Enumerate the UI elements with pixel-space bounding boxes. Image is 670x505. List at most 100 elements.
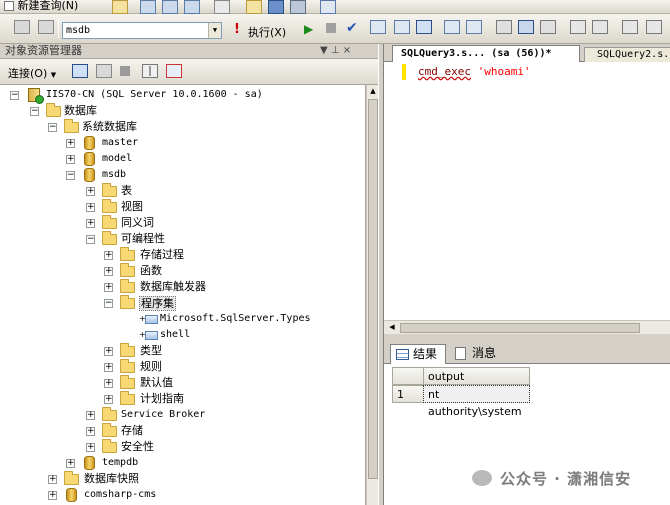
- tree-node-databases[interactable]: − 数据库: [0, 103, 365, 119]
- cancel-stop-icon[interactable]: [326, 23, 336, 33]
- expand-icon[interactable]: +: [66, 155, 75, 164]
- tree-node-plan-guides[interactable]: + 计划指南: [0, 391, 365, 407]
- expand-icon[interactable]: +: [48, 475, 57, 484]
- tree-node-storage[interactable]: + 存储: [0, 423, 365, 439]
- scrollbar-thumb[interactable]: [368, 99, 378, 479]
- window-controls[interactable]: ▼ ⊥ ×: [320, 44, 351, 58]
- query-code[interactable]: cmd_exec 'whoami': [418, 64, 531, 80]
- database-select[interactable]: msdb ▼: [62, 22, 222, 39]
- tree-node-service-broker[interactable]: + Service Broker: [0, 407, 365, 423]
- analysis-icon[interactable]: [214, 0, 230, 14]
- tree-node-stored-procedures[interactable]: + 存储过程: [0, 247, 365, 263]
- expand-icon[interactable]: +: [86, 203, 95, 212]
- tree-node-functions[interactable]: + 函数: [0, 263, 365, 279]
- execute-button[interactable]: 执行(X): [248, 24, 286, 40]
- expand-icon[interactable]: +: [48, 491, 57, 500]
- tree-node-system-databases[interactable]: − 系统数据库: [0, 119, 365, 135]
- xmla-query-icon[interactable]: [184, 0, 200, 14]
- uncomment-icon[interactable]: [592, 20, 608, 34]
- grid-column-header[interactable]: output: [423, 367, 530, 385]
- collapse-icon[interactable]: −: [86, 235, 95, 244]
- open-folder-icon[interactable]: [246, 0, 262, 14]
- include-plan-icon[interactable]: [466, 20, 482, 34]
- stop-icon[interactable]: [120, 66, 130, 76]
- tree-node-types[interactable]: + 类型: [0, 343, 365, 359]
- filter-icon[interactable]: [142, 64, 158, 78]
- expand-icon[interactable]: +: [86, 427, 95, 436]
- expand-icon[interactable]: +: [66, 139, 75, 148]
- estimated-plan-icon[interactable]: [370, 20, 386, 34]
- editor-hscrollbar[interactable]: ◀: [384, 320, 670, 334]
- expand-icon[interactable]: +: [104, 267, 113, 276]
- expand-icon[interactable]: +: [86, 219, 95, 228]
- tree-node-assembly-types[interactable]: + Microsoft.SqlServer.Types: [0, 311, 365, 327]
- oe-disconnect-icon[interactable]: [96, 64, 112, 78]
- expand-icon[interactable]: +: [104, 395, 113, 404]
- mdx-query-icon[interactable]: [140, 0, 156, 14]
- connect-icon[interactable]: [14, 20, 30, 34]
- save-icon[interactable]: [268, 0, 284, 14]
- query-editor[interactable]: [384, 62, 670, 320]
- grid-cell-output[interactable]: nt authority\system: [423, 385, 530, 418]
- tab-sqlquery2[interactable]: SQLQuery2.s...: [584, 47, 670, 62]
- disconnect-icon[interactable]: [38, 20, 54, 34]
- client-stats-icon[interactable]: [496, 20, 512, 34]
- expand-icon[interactable]: +: [104, 347, 113, 356]
- open-file-icon[interactable]: [112, 0, 128, 14]
- debug-play-icon[interactable]: ▶: [304, 22, 313, 36]
- decrease-indent-icon[interactable]: [622, 20, 638, 34]
- collapse-icon[interactable]: −: [104, 299, 113, 308]
- editor-results-splitter[interactable]: [384, 334, 670, 342]
- results-to-text-icon[interactable]: [518, 20, 534, 34]
- chevron-down-icon[interactable]: ▼: [208, 23, 221, 38]
- collapse-icon[interactable]: −: [66, 171, 75, 180]
- expand-icon[interactable]: +: [86, 411, 95, 420]
- tree-node-assembly-shell[interactable]: + shell: [0, 327, 365, 343]
- collapse-icon[interactable]: −: [10, 91, 19, 100]
- tree-node-security[interactable]: + 安全性: [0, 439, 365, 455]
- save-all-icon[interactable]: [290, 0, 306, 14]
- expand-icon[interactable]: +: [104, 251, 113, 260]
- tree-node-views[interactable]: + 视图: [0, 199, 365, 215]
- tree-node-tempdb[interactable]: + tempdb: [0, 455, 365, 471]
- activity-monitor-icon[interactable]: [320, 0, 336, 14]
- grid-corner[interactable]: [392, 367, 424, 385]
- expand-icon[interactable]: +: [104, 379, 113, 388]
- oe-connect-icon[interactable]: [72, 64, 88, 78]
- tab-messages[interactable]: 消息: [450, 344, 506, 364]
- tree-node-server[interactable]: − IIS70-CN (SQL Server 10.0.1600 - sa): [0, 87, 365, 104]
- grid-row-header[interactable]: 1: [392, 385, 424, 403]
- dmx-query-icon[interactable]: [162, 0, 178, 14]
- refresh-icon[interactable]: [166, 64, 182, 78]
- parse-check-icon[interactable]: ✔: [346, 20, 358, 36]
- tree-node-tables[interactable]: + 表: [0, 183, 365, 199]
- expand-icon[interactable]: +: [66, 459, 75, 468]
- tab-sqlquery3[interactable]: SQLQuery3.s... (sa (56))*: [392, 45, 580, 62]
- scrollbar-thumb[interactable]: [400, 323, 640, 333]
- expand-icon[interactable]: +: [86, 187, 95, 196]
- tree-node-defaults[interactable]: + 默认值: [0, 375, 365, 391]
- collapse-icon[interactable]: −: [48, 123, 57, 132]
- expand-icon[interactable]: +: [104, 363, 113, 372]
- tree-node-model[interactable]: + model: [0, 151, 365, 167]
- tree-node-rules[interactable]: + 规则: [0, 359, 365, 375]
- expand-icon[interactable]: +: [104, 283, 113, 292]
- tree-node-assemblies[interactable]: − 程序集: [0, 295, 365, 311]
- query-designer-icon[interactable]: [394, 20, 410, 34]
- tree-node-comsharp[interactable]: + comsharp-cms: [0, 487, 365, 503]
- tree-node-programmability[interactable]: − 可编程性: [0, 231, 365, 247]
- collapse-icon[interactable]: −: [30, 107, 39, 116]
- tree-node-master[interactable]: + master: [0, 135, 365, 151]
- tree-node-db-snapshots[interactable]: + 数据库快照: [0, 471, 365, 487]
- query-options-icon[interactable]: [416, 20, 432, 34]
- connect-dropdown[interactable]: 连接(O) ▼: [8, 65, 56, 81]
- tree-node-db-triggers[interactable]: + 数据库触发器: [0, 279, 365, 295]
- expand-icon[interactable]: +: [86, 443, 95, 452]
- new-query-button[interactable]: 新建查询(N): [4, 0, 78, 12]
- increase-indent-icon[interactable]: [646, 20, 662, 34]
- scroll-up-icon[interactable]: ▲: [368, 85, 378, 97]
- tree-node-synonyms[interactable]: + 同义词: [0, 215, 365, 231]
- tab-results[interactable]: 结果: [390, 344, 446, 364]
- tree-scrollbar[interactable]: ▲: [366, 85, 378, 505]
- comment-icon[interactable]: [570, 20, 586, 34]
